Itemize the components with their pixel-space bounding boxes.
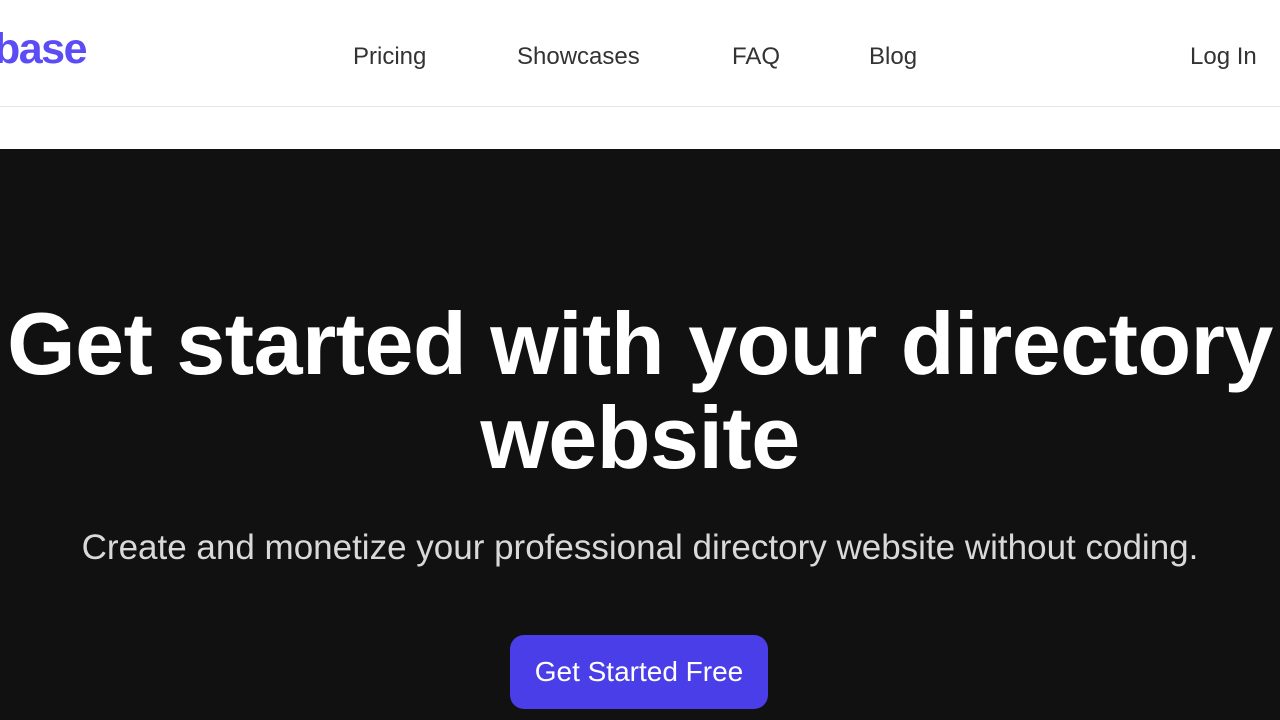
hero-title-line-1: Get started with your directory [7, 294, 1273, 393]
nav-link-pricing[interactable]: Pricing [353, 40, 426, 74]
hero-subtitle: Create and monetize your professional di… [81, 528, 1199, 567]
login-link[interactable]: Log In [1190, 40, 1257, 74]
nav-link-blog[interactable]: Blog [869, 40, 917, 74]
hero-section: Get started with your directory website … [0, 149, 1280, 720]
top-navbar: base Pricing Showcases FAQ Blog Log In [0, 0, 1280, 107]
nav-link-faq[interactable]: FAQ [732, 40, 780, 74]
hero-title: Get started with your directory website [0, 297, 1280, 485]
header-spacer [0, 108, 1280, 149]
get-started-button[interactable]: Get Started Free [510, 635, 768, 709]
hero-title-line-2: website [480, 388, 800, 487]
page: base Pricing Showcases FAQ Blog Log In G… [0, 0, 1280, 720]
main-nav: Pricing Showcases FAQ Blog Log In [0, 40, 1280, 74]
nav-link-showcases[interactable]: Showcases [517, 40, 640, 74]
